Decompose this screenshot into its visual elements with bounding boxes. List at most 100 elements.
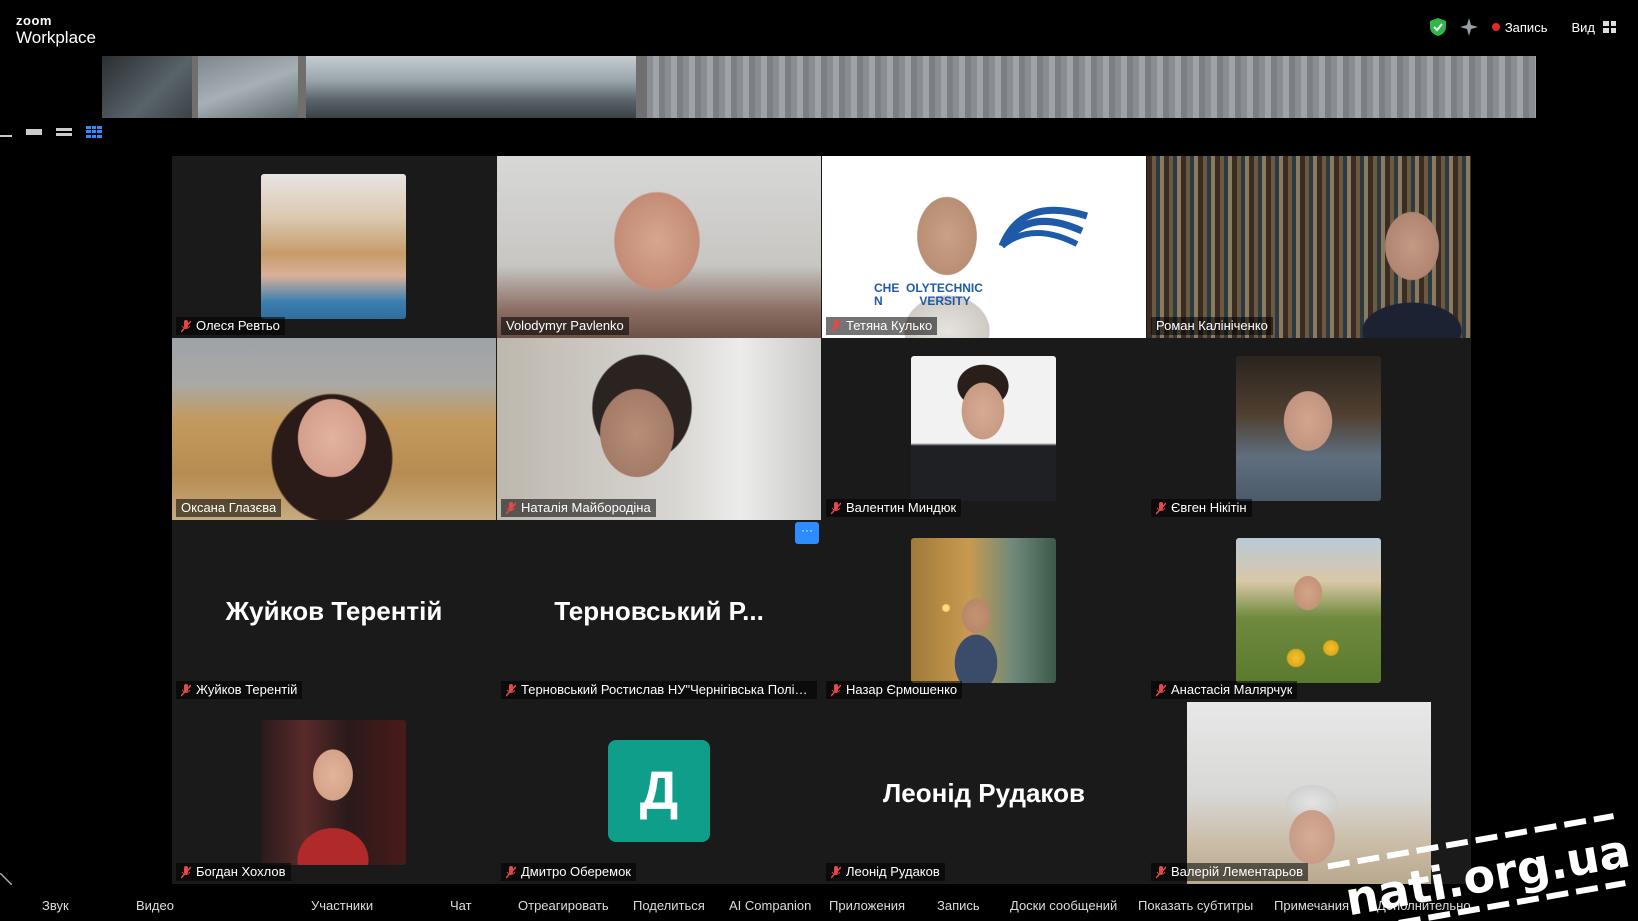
- mic-muted-icon: [181, 319, 191, 333]
- participant-name: Богдан Хохлов: [196, 864, 286, 879]
- toolbar-apps-button[interactable]: Приложения: [829, 898, 905, 913]
- toolbar-participants-button[interactable]: Участники: [311, 898, 373, 913]
- layout-list-button[interactable]: [56, 126, 72, 138]
- participant-name-tag: Терновський Ростислав НУ"Чернігівська По…: [501, 681, 817, 699]
- participant-name: Тетяна Кулько: [846, 318, 933, 333]
- shared-video-strip: [102, 56, 1536, 118]
- participant-photo: [261, 720, 406, 865]
- mic-muted-icon: [831, 319, 841, 333]
- participant-name: Оксана Глазєва: [181, 500, 277, 515]
- university-logo-icon: [998, 206, 1089, 249]
- participant-tile[interactable]: Жуйков Терентій Жуйков Терентій: [172, 520, 496, 702]
- participant-avatar: Д: [608, 740, 710, 842]
- participant-photo: [261, 174, 406, 319]
- participant-name-tag: Дмитро Оберемок: [501, 863, 636, 881]
- top-bar: zoom Workplace Запись Вид: [0, 0, 1638, 54]
- layout-minimize-button[interactable]: [0, 126, 12, 138]
- participant-tile[interactable]: Леонід Рудаков Леонід Рудаков: [822, 702, 1146, 884]
- resize-corner-icon[interactable]: [0, 873, 12, 885]
- mic-muted-icon: [506, 501, 516, 515]
- participant-name: Назар Єрмошенко: [846, 682, 958, 697]
- participant-name-tag: Жуйков Терентій: [176, 681, 303, 699]
- participant-photo: [1236, 538, 1381, 683]
- participant-name-tag: Леонід Рудаков: [826, 863, 945, 881]
- record-dot-icon: [1491, 23, 1500, 31]
- record-label: Запись: [1504, 19, 1548, 35]
- toolbar-video-button[interactable]: Видео: [136, 898, 174, 913]
- participant-name-tag: Олеся Ревтьо: [176, 317, 285, 335]
- participant-tile[interactable]: Анастасія Малярчук: [1147, 520, 1471, 702]
- participant-name: Леонід Рудаков: [846, 864, 940, 879]
- layout-switcher: [0, 126, 102, 138]
- participant-name: Валентин Миндюк: [846, 500, 957, 515]
- participant-name-tag: Тетяна Кулько: [826, 317, 938, 335]
- participant-tile[interactable]: CHE OLYTECHNIC N VERSITY Тетяна Кулько: [822, 156, 1146, 338]
- participant-tile[interactable]: Д Дмитро Оберемок: [497, 702, 821, 884]
- layout-grid-button[interactable]: [86, 126, 102, 138]
- participant-tile[interactable]: Volodymyr Pavlenko: [497, 156, 821, 338]
- participant-video: [497, 338, 821, 520]
- participant-tile[interactable]: Валентин Миндюк: [822, 338, 1146, 520]
- view-grid-icon: [1603, 21, 1616, 33]
- toolbar-whiteboards-button[interactable]: Доски сообщений: [1010, 898, 1117, 913]
- toolbar-ai-companion-button[interactable]: AI Companion: [729, 898, 811, 913]
- participant-name-tag: Євген Нікітін: [1151, 499, 1252, 517]
- participant-name: Терновський Ростислав НУ"Чернігівська По…: [521, 682, 812, 697]
- participant-tile[interactable]: Наталія Майбородіна: [497, 338, 821, 520]
- participant-tile[interactable]: Назар Єрмошенко: [822, 520, 1146, 702]
- layout-small-button[interactable]: [26, 126, 42, 138]
- mic-muted-icon: [831, 865, 841, 879]
- zoom-logo: zoom Workplace: [16, 14, 96, 46]
- video-gallery: Олеся Ревтьо Volodymyr Pavlenko CHE OLYT…: [172, 156, 1471, 884]
- participant-video: [1147, 156, 1471, 338]
- participant-tile[interactable]: Роман Калініченко: [1147, 156, 1471, 338]
- university-logo-text: CHE OLYTECHNIC: [874, 281, 983, 295]
- participant-name: Анастасія Малярчук: [1171, 682, 1293, 697]
- participant-display-name: Леонід Рудаков: [883, 777, 1085, 808]
- participant-name: Volodymyr Pavlenko: [506, 318, 624, 333]
- record-indicator[interactable]: Запись: [1491, 19, 1548, 35]
- participant-tile[interactable]: Терновський Р... ··· Терновський Ростисл…: [497, 520, 821, 702]
- participant-name-tag: Валентин Миндюк: [826, 499, 962, 517]
- participant-name: Євген Нікітін: [1171, 500, 1247, 515]
- participant-name-tag: Валерій Лементарьов: [1151, 863, 1308, 881]
- tile-more-options-button[interactable]: ···: [795, 522, 819, 544]
- toolbar-record-button[interactable]: Запись: [937, 898, 980, 913]
- participant-tile[interactable]: Євген Нікітін: [1147, 338, 1471, 520]
- participant-name: Жуйков Терентій: [196, 682, 298, 697]
- participant-photo: [1236, 356, 1381, 501]
- mic-muted-icon: [181, 865, 191, 879]
- participant-tile[interactable]: Богдан Хохлов: [172, 702, 496, 884]
- participant-name: Дмитро Оберемок: [521, 864, 631, 879]
- participant-display-name: Жуйков Терентій: [225, 595, 443, 626]
- participant-display-name: Терновський Р...: [554, 595, 764, 626]
- participant-name: Роман Калініченко: [1156, 318, 1268, 333]
- mic-muted-icon: [1156, 865, 1166, 879]
- participant-photo: [911, 538, 1056, 683]
- mic-muted-icon: [181, 683, 191, 697]
- participant-tile-active-speaker[interactable]: Оксана Глазєва: [172, 338, 496, 520]
- participant-name-tag: Оксана Глазєва: [176, 499, 282, 517]
- mic-muted-icon: [506, 865, 516, 879]
- view-button[interactable]: Вид: [1571, 20, 1616, 35]
- participant-name-tag: Назар Єрмошенко: [826, 681, 963, 699]
- participant-name: Валерій Лементарьов: [1171, 864, 1303, 879]
- participant-name: Олеся Ревтьо: [196, 318, 280, 333]
- participant-photo: [911, 356, 1056, 501]
- participant-name-tag: Volodymyr Pavlenko: [501, 317, 629, 335]
- toolbar-chat-button[interactable]: Чат: [450, 898, 472, 913]
- toolbar-share-button[interactable]: Поделиться: [633, 898, 705, 913]
- mic-muted-icon: [506, 683, 516, 697]
- participant-tile[interactable]: Олеся Ревтьо: [172, 156, 496, 338]
- logo-line2: Workplace: [16, 28, 96, 47]
- toolbar-audio-button[interactable]: Звук: [42, 898, 69, 913]
- shield-icon[interactable]: [1429, 18, 1446, 36]
- toolbar-react-button[interactable]: Отреагировать: [518, 898, 609, 913]
- participant-name-tag: Богдан Хохлов: [176, 863, 291, 881]
- mic-muted-icon: [1156, 683, 1166, 697]
- logo-line1: zoom: [16, 13, 52, 28]
- participant-name: Наталія Майбородіна: [521, 500, 651, 515]
- toolbar-captions-button[interactable]: Показать субтитры: [1138, 898, 1253, 913]
- sparkle-icon[interactable]: [1459, 18, 1478, 36]
- participant-name-tag: Наталія Майбородіна: [501, 499, 656, 517]
